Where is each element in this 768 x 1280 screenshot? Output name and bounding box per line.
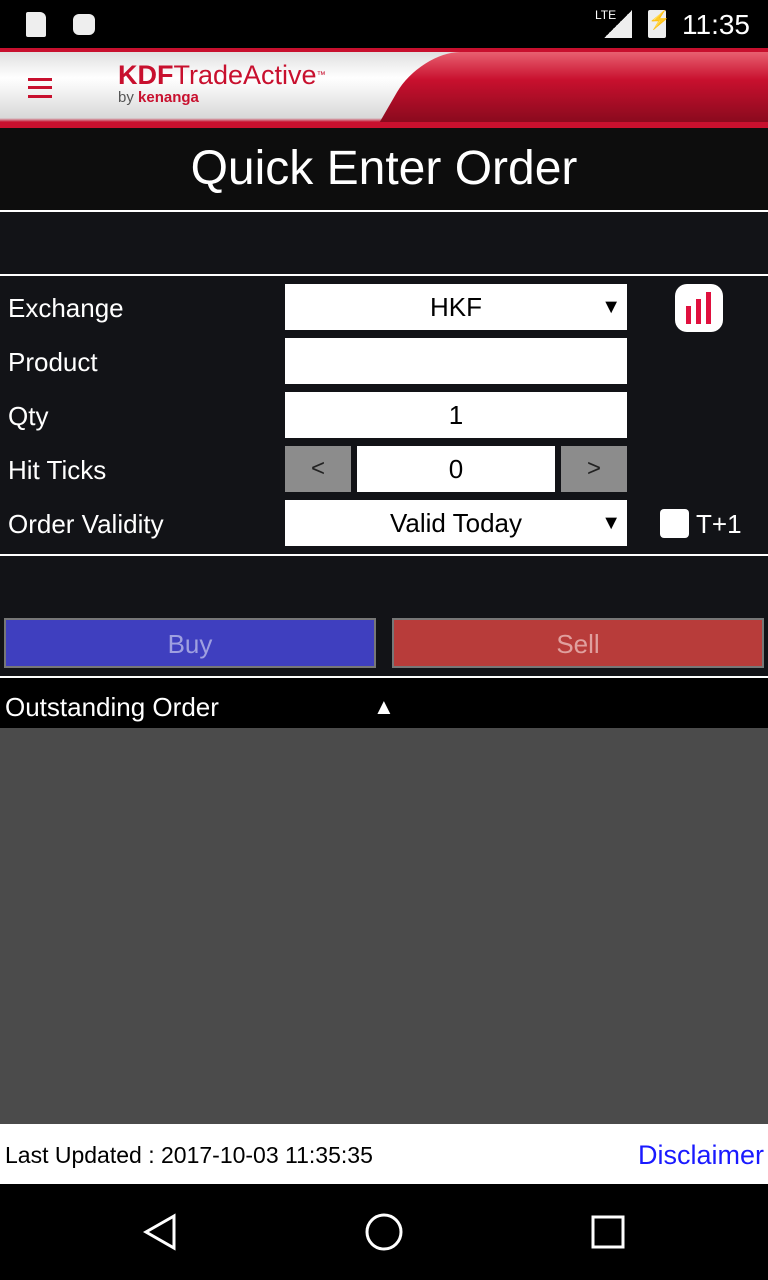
order-validity-select[interactable]: Valid Today ▼: [285, 500, 627, 546]
hit-ticks-increment-button[interactable]: >: [561, 446, 627, 492]
disclaimer-link[interactable]: Disclaimer: [638, 1124, 764, 1186]
buy-button[interactable]: Buy: [4, 618, 376, 668]
hit-ticks-input[interactable]: 0: [357, 446, 555, 492]
exchange-label: Exchange: [8, 293, 124, 323]
home-icon[interactable]: [364, 1212, 404, 1252]
battery-charging-icon: ⚡: [648, 10, 670, 38]
last-updated: Last Updated : 2017-10-03 11:35:35: [5, 1142, 373, 1168]
product-label: Product: [8, 347, 98, 377]
dropdown-arrow-icon: ▼: [601, 512, 621, 534]
t1-label: T+1: [696, 509, 742, 539]
status-bar: LTE ⚡ 11:35: [0, 0, 768, 48]
qty-input[interactable]: 1: [285, 392, 627, 438]
android-icon: [73, 14, 95, 35]
chart-icon[interactable]: [675, 284, 723, 332]
outstanding-order-list: [0, 728, 768, 1124]
recents-icon[interactable]: [590, 1214, 626, 1250]
hit-ticks-decrement-button[interactable]: <: [285, 446, 351, 492]
sd-card-icon: [26, 12, 46, 37]
order-validity-label: Order Validity: [8, 509, 164, 539]
page-title: Quick Enter Order: [0, 128, 768, 210]
navigation-bar: [0, 1184, 768, 1280]
app-header: KDFTradeActive™ by kenanga: [0, 48, 768, 128]
back-icon[interactable]: [140, 1212, 180, 1252]
outstanding-order-header[interactable]: Outstanding Order ▲: [0, 678, 768, 728]
qty-label: Qty: [8, 401, 49, 431]
app-logo: KDFTradeActive™ by kenanga: [118, 60, 326, 106]
exchange-select[interactable]: HKF ▼: [285, 284, 627, 330]
footer: Last Updated : 2017-10-03 11:35:35 Discl…: [0, 1124, 768, 1184]
clock: 11:35: [682, 9, 750, 40]
sell-button[interactable]: Sell: [392, 618, 764, 668]
outstanding-order-label: Outstanding Order: [5, 692, 219, 722]
dropdown-arrow-icon: ▼: [601, 296, 621, 318]
hit-ticks-label: Hit Ticks: [8, 455, 107, 485]
menu-icon[interactable]: [28, 78, 52, 98]
t1-checkbox[interactable]: [660, 509, 689, 538]
product-input[interactable]: [285, 338, 627, 384]
network-type: LTE: [595, 8, 617, 22]
